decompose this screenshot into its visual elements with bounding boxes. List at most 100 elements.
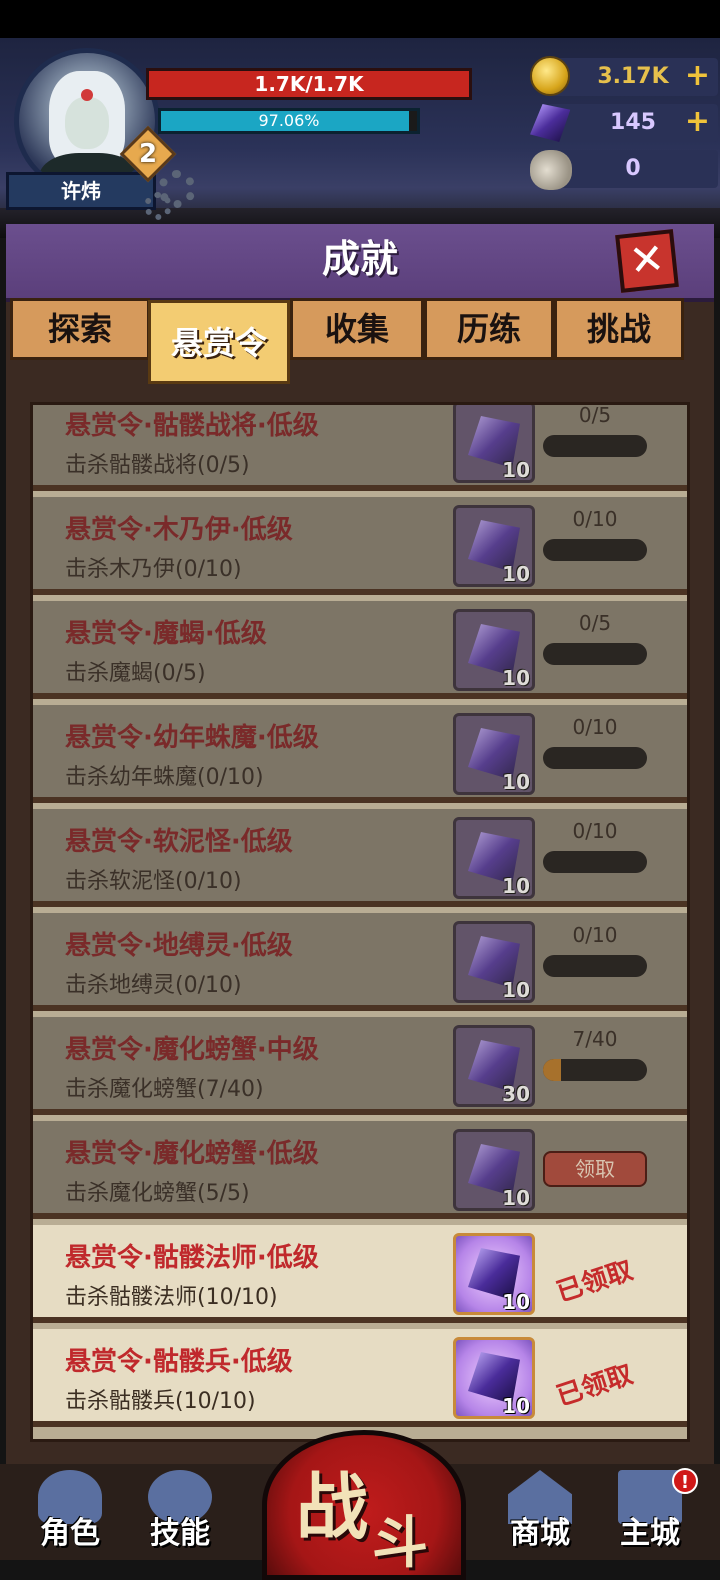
quest-progress-fill <box>543 1059 562 1081</box>
claim-button[interactable]: 领取 <box>543 1151 647 1187</box>
reward-count: 10 <box>502 770 530 794</box>
quest-progress-text: 0/10 <box>572 507 618 531</box>
player-name: 许炜 <box>6 172 156 210</box>
add-crystal-button[interactable]: + <box>685 104 710 140</box>
quest-progress-bar <box>543 435 647 457</box>
quest-row: 悬赏令·幼年蛛魔·低级击杀幼年蛛魔(0/10) 10 0/10 <box>33 705 687 803</box>
quest-desc: 击杀骷髅法师(10/10) <box>65 1285 278 1310</box>
reward-count: 10 <box>502 562 530 586</box>
reward-count: 10 <box>502 978 530 1002</box>
hp-bar: 1.7K/1.7K <box>146 68 472 100</box>
quest-progress-text: 0/5 <box>578 403 612 427</box>
quest-desc: 击杀骷髅兵(10/10) <box>65 1389 256 1414</box>
quest-progress-bar <box>543 747 647 769</box>
quest-list[interactable]: 悬赏令·骷髅战将·低级击杀骷髅战将(0/5) 10 0/5 悬赏令·木乃伊·低级击杀木… <box>30 402 690 1442</box>
crystal-counter: 145 + <box>548 104 718 142</box>
reward-slot[interactable]: 10 <box>453 609 535 691</box>
fight-label-1: 战 <box>296 1465 369 1549</box>
nav-role[interactable]: 角色 <box>24 1464 116 1556</box>
quest-desc: 击杀幼年蛛魔(0/10) <box>65 765 264 790</box>
quest-title: 悬赏令·软泥怪·低级 <box>65 827 293 857</box>
gold-value: 3.17K <box>597 64 669 89</box>
reward-slot[interactable]: 10 <box>453 817 535 899</box>
reward-slot[interactable]: 30 <box>453 1025 535 1107</box>
reward-slot[interactable]: 10 <box>453 713 535 795</box>
quest-progress-text: 0/10 <box>572 715 618 739</box>
quest-progress-text: 0/10 <box>572 819 618 843</box>
quest-progress-text: 0/5 <box>578 611 612 635</box>
reward-count: 10 <box>502 1394 530 1418</box>
nav-shop[interactable]: 商城 <box>494 1464 586 1556</box>
quest-desc: 击杀骷髅战将(0/5) <box>65 453 250 478</box>
crystal-value: 145 <box>610 110 656 135</box>
ram-skull-icon <box>530 150 572 190</box>
xp-bar: 97.06% <box>158 108 420 134</box>
quest-row: 悬赏令·地缚灵·低级击杀地缚灵(0/10) 10 0/10 <box>33 913 687 1011</box>
quest-progress-bar <box>543 955 647 977</box>
quest-row: 悬赏令·骷髅战将·低级击杀骷髅战将(0/5) 10 0/5 <box>33 403 687 491</box>
close-button[interactable]: ✕ <box>615 229 679 293</box>
reward-slot[interactable]: 10 <box>453 921 535 1003</box>
reward-slot[interactable]: 10 <box>453 505 535 587</box>
tab-explore[interactable]: 探索 <box>10 298 150 360</box>
quest-progress-bar <box>543 643 647 665</box>
quest-title: 悬赏令·魔化螃蟹·低级 <box>65 1139 319 1169</box>
quest-title: 悬赏令·魔化螃蟹·中级 <box>65 1035 319 1065</box>
reward-slot[interactable]: 10 <box>453 405 535 483</box>
quest-row: 悬赏令·魔化螃蟹·中级 击杀魔化螃蟹(7/40) 30 7/40 <box>33 1017 687 1115</box>
quest-row: 悬赏令·骷髅兵·低级击杀骷髅兵(10/10) 10 已领取 <box>33 1329 687 1427</box>
quest-row: 悬赏令·魔蝎·低级击杀魔蝎(0/5) 10 0/5 <box>33 601 687 699</box>
quest-title: 悬赏令·幼年蛛魔·低级 <box>65 723 319 753</box>
quest-desc: 击杀软泥怪(0/10) <box>65 869 242 894</box>
quest-title: 悬赏令·骷髅战将·低级 <box>65 411 319 441</box>
panel-title: 成就 <box>321 237 398 281</box>
claimed-stamp: 已领取 <box>553 1255 637 1309</box>
reward-count: 10 <box>502 874 530 898</box>
quest-title: 悬赏令·骷髅兵·低级 <box>65 1347 293 1377</box>
tab-bar: 探索 悬赏令 收集 历练 挑战 <box>10 298 710 394</box>
city-alert-badge: ! <box>672 1468 698 1494</box>
nav-skill-label: 技能 <box>150 1516 210 1551</box>
gear-icon-small <box>144 192 172 220</box>
nav-skill[interactable]: 技能 <box>134 1464 226 1556</box>
quest-title: 悬赏令·木乃伊·低级 <box>65 515 293 545</box>
ram-counter: 0 <box>548 150 718 188</box>
tab-collect[interactable]: 收集 <box>290 298 424 360</box>
claimed-stamp: 已领取 <box>553 1359 637 1413</box>
quest-progress-bar <box>543 851 647 873</box>
reward-slot[interactable]: 10 <box>453 1129 535 1211</box>
reward-count: 30 <box>502 1082 530 1106</box>
reward-count: 10 <box>502 666 530 690</box>
quest-progress-bar <box>543 539 647 561</box>
nav-shop-label: 商城 <box>510 1516 570 1551</box>
quest-row: 悬赏令·软泥怪·低级击杀软泥怪(0/10) 10 0/10 <box>33 809 687 907</box>
reward-slot[interactable]: 10 <box>453 1233 535 1315</box>
quest-title: 悬赏令·地缚灵·低级 <box>65 931 293 961</box>
tab-bounty[interactable]: 悬赏令 <box>148 300 290 384</box>
quest-progress-text: 0/10 <box>572 923 618 947</box>
fight-label-2: 斗 <box>372 1511 428 1576</box>
quest-desc: 击杀魔化螃蟹(5/5) <box>65 1181 250 1206</box>
quest-desc: 击杀魔化螃蟹(7/40) <box>65 1077 264 1102</box>
quest-title: 悬赏令·魔蝎·低级 <box>65 619 267 649</box>
quest-desc: 击杀魔蝎(0/5) <box>65 661 206 686</box>
gold-counter: 3.17K + <box>548 58 718 96</box>
quest-desc: 击杀木乃伊(0/10) <box>65 557 242 582</box>
quest-row: 悬赏令·木乃伊·低级击杀木乃伊(0/10) 10 0/10 <box>33 497 687 595</box>
reward-count: 10 <box>502 1290 530 1314</box>
nav-role-label: 角色 <box>40 1516 100 1551</box>
quest-title: 悬赏令·骷髅法师·低级 <box>65 1243 319 1273</box>
tab-challenge[interactable]: 挑战 <box>554 298 684 360</box>
add-gold-button[interactable]: + <box>685 58 710 94</box>
reward-count: 10 <box>502 1186 530 1210</box>
reward-count: 10 <box>502 458 530 482</box>
status-bar <box>0 0 720 38</box>
quest-row: 悬赏令·骷髅法师·低级击杀骷髅法师(10/10) 10 已领取 <box>33 1225 687 1323</box>
player-level: 2 <box>138 139 158 169</box>
xp-text: 97.06% <box>258 111 320 130</box>
reward-slot[interactable]: 10 <box>453 1337 535 1419</box>
quest-progress-bar <box>543 1059 647 1081</box>
gold-coin-icon <box>530 56 570 96</box>
quest-desc: 击杀地缚灵(0/10) <box>65 973 242 998</box>
tab-training[interactable]: 历练 <box>424 298 554 360</box>
